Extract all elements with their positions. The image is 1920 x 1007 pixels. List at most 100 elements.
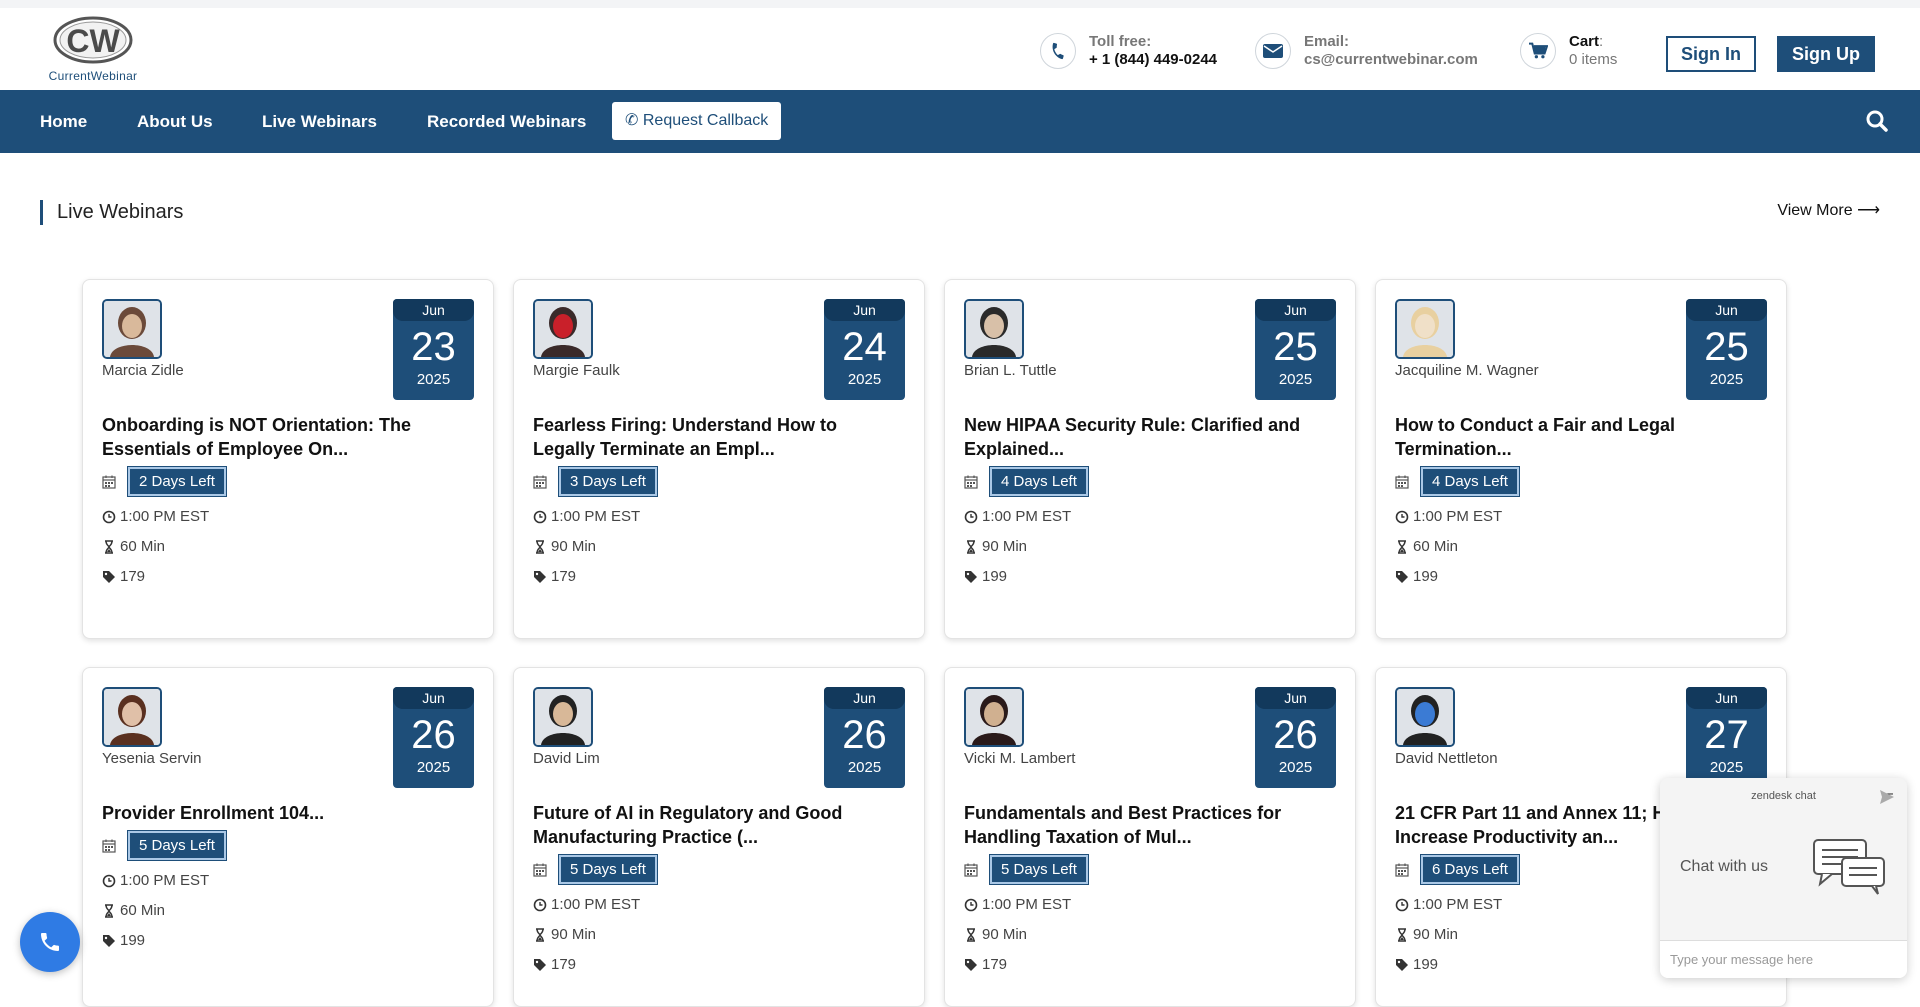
send-icon[interactable] <box>1879 789 1895 805</box>
webinar-card[interactable]: Margie Faulk Jun 24 2025 Fearless Firing… <box>513 279 925 639</box>
webinar-duration: 60 Min <box>120 902 166 919</box>
days-left-badge: 5 Days Left <box>558 854 658 885</box>
speaker-name[interactable]: Jacquiline M. Wagner <box>1395 362 1539 379</box>
webinar-card[interactable]: Jacquiline M. Wagner Jun 25 2025 How to … <box>1375 279 1787 639</box>
speaker-avatar[interactable] <box>964 299 1024 359</box>
days-left-row: 4 Days Left <box>1395 466 1520 497</box>
date-badge: Jun 25 2025 <box>1686 299 1767 400</box>
date-month: Jun <box>393 687 474 709</box>
speaker-avatar[interactable] <box>1395 687 1455 747</box>
speaker-avatar[interactable] <box>964 687 1024 747</box>
request-callback-button[interactable]: ✆ Request Callback <box>612 102 782 140</box>
duration-row: 90 Min <box>964 538 1027 555</box>
speaker-avatar[interactable] <box>533 687 593 747</box>
price-tag-icon <box>534 570 546 583</box>
webinar-time: 1:00 PM EST <box>1413 896 1503 913</box>
calendar-icon <box>1395 863 1409 877</box>
speaker-avatar[interactable] <box>102 299 162 359</box>
webinar-title[interactable]: Future of AI in Regulatory and Good Manu… <box>533 801 903 849</box>
time-row: 1:00 PM EST <box>533 508 640 525</box>
phone-icon: ✆ <box>625 112 639 129</box>
nav-home[interactable]: Home <box>40 90 87 153</box>
speaker-name[interactable]: Marcia Zidle <box>102 362 184 379</box>
webinar-price: 179 <box>551 568 577 585</box>
speaker-photo <box>966 301 1022 357</box>
chat-brand: zendesk chat <box>1751 790 1816 802</box>
time-row: 1:00 PM EST <box>533 896 640 913</box>
webinar-time: 1:00 PM EST <box>551 896 641 913</box>
webinar-card[interactable]: Marcia Zidle Jun 23 2025 Onboarding is N… <box>82 279 494 639</box>
envelope-icon <box>1255 33 1291 69</box>
speaker-name[interactable]: Vicki M. Lambert <box>964 750 1075 767</box>
webinar-price: 179 <box>551 956 577 973</box>
sign-up-button[interactable]: Sign Up <box>1777 36 1875 72</box>
webinar-title[interactable]: Provider Enrollment 104... <box>102 801 472 825</box>
date-day: 27 <box>1704 713 1749 757</box>
speaker-avatar[interactable] <box>1395 299 1455 359</box>
calendar-icon <box>964 475 978 489</box>
days-left-row: 2 Days Left <box>102 466 227 497</box>
speaker-name[interactable]: David Nettleton <box>1395 750 1498 767</box>
date-month: Jun <box>824 299 905 321</box>
speaker-name[interactable]: Yesenia Servin <box>102 750 202 767</box>
speaker-avatar[interactable] <box>102 687 162 747</box>
arrow-right-icon: ⟶ <box>1857 202 1880 219</box>
webinar-title[interactable]: New HIPAA Security Rule: Clarified and E… <box>964 413 1334 461</box>
webinar-card[interactable]: David Lim Jun 26 2025 Future of AI in Re… <box>513 667 925 1007</box>
speaker-name[interactable]: Brian L. Tuttle <box>964 362 1057 379</box>
date-badge: Jun 23 2025 <box>393 299 474 400</box>
webinar-title[interactable]: Fearless Firing: Understand How to Legal… <box>533 413 903 461</box>
duration-row: 90 Min <box>533 926 596 943</box>
date-month: Jun <box>1686 687 1767 709</box>
hourglass-icon <box>967 927 975 942</box>
days-left-badge: 2 Days Left <box>127 466 227 497</box>
logo-letters: CW <box>66 23 120 59</box>
view-more-link[interactable]: View More ⟶ <box>1777 200 1880 222</box>
price-tag-icon <box>1396 958 1408 971</box>
webinar-time: 1:00 PM EST <box>120 508 210 525</box>
time-row: 1:00 PM EST <box>1395 896 1502 913</box>
webinar-title[interactable]: How to Conduct a Fair and Legal Terminat… <box>1395 413 1765 461</box>
search-icon[interactable] <box>1866 110 1888 132</box>
hourglass-icon <box>105 539 113 554</box>
speaker-avatar[interactable] <box>533 299 593 359</box>
days-left-badge: 3 Days Left <box>558 466 658 497</box>
nav-about-us[interactable]: About Us <box>137 90 213 153</box>
webinar-title[interactable]: Onboarding is NOT Orientation: The Essen… <box>102 413 472 461</box>
toll-free-contact[interactable]: Toll free: + 1 (844) 449-0244 <box>1040 33 1217 69</box>
webinar-duration: 90 Min <box>982 538 1028 555</box>
date-month: Jun <box>1255 299 1336 321</box>
date-month: Jun <box>824 687 905 709</box>
cart-link[interactable]: Cart: 0 items <box>1520 33 1617 69</box>
days-left-badge: 4 Days Left <box>989 466 1089 497</box>
email-contact[interactable]: Email: cs@currentwebinar.com <box>1255 33 1478 69</box>
date-year: 2025 <box>1278 371 1313 388</box>
clock-icon <box>533 898 547 911</box>
date-badge: Jun 25 2025 <box>1255 299 1336 400</box>
clock-icon <box>1395 510 1409 523</box>
time-row: 1:00 PM EST <box>964 508 1071 525</box>
price-tag-icon <box>965 570 977 583</box>
webinar-title[interactable]: Fundamentals and Best Practices for Hand… <box>964 801 1334 849</box>
call-fab-button[interactable] <box>20 912 80 972</box>
chat-widget[interactable]: zendesk chat – Chat with us Type your me… <box>1660 778 1907 978</box>
webinar-card[interactable]: Vicki M. Lambert Jun 26 2025 Fundamental… <box>944 667 1356 1007</box>
time-row: 1:00 PM EST <box>964 896 1071 913</box>
sign-in-button[interactable]: Sign In <box>1666 36 1756 72</box>
nav-recorded-webinars[interactable]: Recorded Webinars <box>427 90 586 153</box>
speaker-name[interactable]: David Lim <box>533 750 600 767</box>
speaker-name[interactable]: Margie Faulk <box>533 362 620 379</box>
date-badge: Jun 27 2025 <box>1686 687 1767 788</box>
webinar-price: 199 <box>982 568 1008 585</box>
site-logo[interactable]: CW CurrentWebinar <box>42 14 142 84</box>
clock-icon <box>964 510 978 523</box>
date-badge: Jun 26 2025 <box>1255 687 1336 788</box>
price-tag-icon <box>534 958 546 971</box>
webinar-card[interactable]: Yesenia Servin Jun 26 2025 Provider Enro… <box>82 667 494 1007</box>
chat-message-input[interactable]: Type your message here <box>1660 940 1907 978</box>
webinar-card[interactable]: Brian L. Tuttle Jun 25 2025 New HIPAA Se… <box>944 279 1356 639</box>
hourglass-icon <box>536 927 544 942</box>
nav-live-webinars[interactable]: Live Webinars <box>262 90 377 153</box>
price-row: 179 <box>533 568 576 585</box>
speaker-photo <box>966 689 1022 745</box>
